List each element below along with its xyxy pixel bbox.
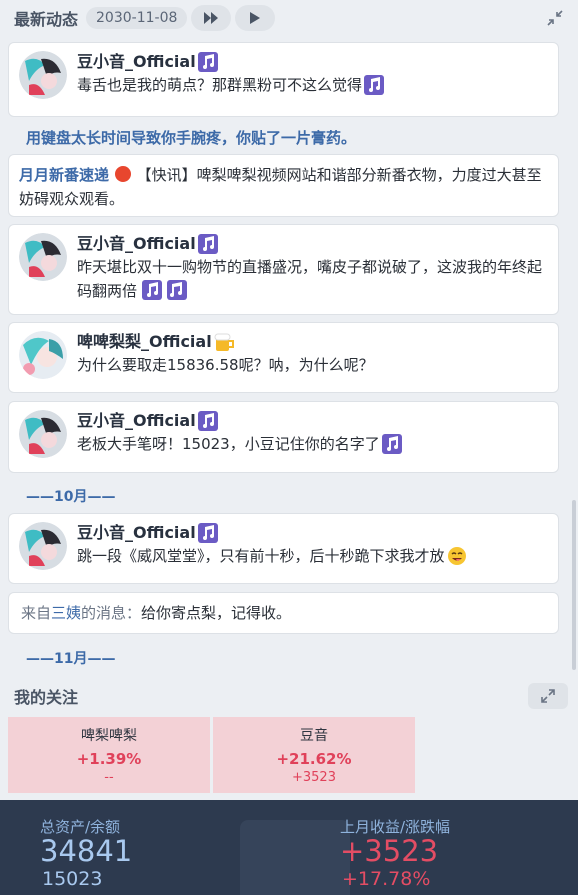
avatar[interactable]: [19, 233, 67, 281]
avatar[interactable]: [19, 410, 67, 458]
expand-icon: [541, 689, 555, 703]
follow-title: 我的关注: [14, 688, 79, 707]
sender-name-text: 豆小音_Official: [77, 411, 196, 430]
month-divider: ——11月——: [26, 651, 116, 667]
play-icon: [250, 12, 261, 24]
avatar[interactable]: [19, 331, 67, 379]
income-value: +3523: [340, 834, 439, 868]
news-feed-header: 最新动态 2030-11-08: [0, 0, 578, 36]
sender-name-text: 豆小音_Official: [77, 52, 196, 71]
month-divider: ——10月——: [26, 489, 116, 505]
message-text: 毒舌也是我的萌点？那群黑粉可不这么觉得: [77, 76, 363, 94]
message-text: 老板大手笔呀！15023，小豆记住你的名字了: [77, 435, 380, 453]
note-text: 给你寄点梨，记得收。: [141, 604, 292, 622]
expand-button[interactable]: [528, 683, 568, 709]
avatar[interactable]: [19, 51, 67, 99]
sender-name[interactable]: 豆小音_Official: [77, 522, 548, 544]
music-note-icon: [364, 75, 385, 95]
sender-name-text: 啤啤梨梨_Official: [77, 332, 212, 351]
income-percent: +17.78%: [342, 868, 431, 890]
tile-name: 豆音: [300, 728, 328, 744]
music-note-icon: [381, 434, 402, 454]
fast-forward-button[interactable]: [191, 5, 232, 31]
news-item: 月月新番速递 【快讯】啤梨啤梨视频网站和谐部分新番衣物，力度过大甚至妨碍观众观看…: [8, 154, 559, 217]
beer-icon: [214, 333, 234, 351]
sender-name[interactable]: 豆小音_Official: [77, 410, 548, 432]
tile-name: 啤梨啤梨: [81, 728, 137, 744]
system-event-text: 用键盘太长时间导致你手腕疼，你贴了一片膏药。: [26, 129, 357, 147]
music-note-icon: [141, 280, 162, 300]
music-note-icon: [197, 523, 218, 543]
red-circle-icon: [114, 166, 131, 182]
message-text: 为什么要取走15836.58呢？呐，为什么呢？: [77, 356, 374, 374]
feed-item: 豆小音_Official 昨天堪比双十一购物节的直播盛况，嘴皮子都说破了，这波我…: [8, 224, 559, 315]
tile-sub: +3523: [292, 770, 336, 785]
tile-change: +21.62%: [276, 750, 352, 768]
avatar[interactable]: [19, 522, 67, 570]
follow-panel: 我的关注 啤梨啤梨 +1.39% -- 豆音 +21.62% +3523: [0, 678, 578, 800]
balance-value: 15023: [42, 868, 103, 890]
follow-tile[interactable]: 啤梨啤梨 +1.39% --: [8, 717, 210, 793]
music-note-icon: [197, 52, 218, 72]
feed-item: 豆小音_Official 毒舌也是我的萌点？那群黑粉可不这么觉得: [8, 42, 559, 117]
assets-value: 34841: [40, 834, 133, 868]
news-feed-panel: 最新动态 2030-11-08 豆小音_Official 毒舌也是我的萌点？那群…: [0, 0, 578, 678]
feed-item: 啤啤梨梨_Official 为什么要取走15836.58呢？呐，为什么呢？: [8, 322, 559, 393]
feed-scrollbar[interactable]: [572, 500, 576, 670]
summary-bar: 总资产/余额 34841 15023 上月收益/涨跌幅 +3523 +17.78…: [0, 800, 578, 895]
sender-name[interactable]: 豆小音_Official: [77, 233, 548, 255]
message-text: 跳一段《威风堂堂》，只有前十秒，后十秒跪下求我才放: [77, 547, 445, 565]
note-sender-link[interactable]: 三姨: [51, 604, 81, 622]
collapse-button[interactable]: [538, 5, 572, 31]
music-note-icon: [197, 411, 218, 431]
tile-sub: --: [104, 770, 114, 785]
fast-forward-icon: [204, 12, 219, 24]
collapse-icon: [547, 10, 563, 26]
note-mid: 的消息：: [81, 604, 142, 622]
date-badge: 2030-11-08: [86, 7, 188, 29]
tile-change: +1.39%: [76, 750, 142, 768]
feed-item: 豆小音_Official 跳一段《威风堂堂》，只有前十秒，后十秒跪下求我才放: [8, 513, 559, 584]
message-note: 来自三姨的消息：给你寄点梨，记得收。: [8, 592, 559, 634]
sender-name[interactable]: 豆小音_Official: [77, 51, 548, 73]
sender-name-text: 豆小音_Official: [77, 523, 196, 542]
wallet-icon: [240, 820, 350, 895]
sender-name[interactable]: 啤啤梨梨_Official: [77, 331, 548, 353]
play-button[interactable]: [235, 5, 276, 31]
note-prefix: 来自: [21, 604, 52, 622]
news-feed-title: 最新动态: [14, 10, 79, 29]
feed-item: 豆小音_Official 老板大手笔呀！15023，小豆记住你的名字了: [8, 401, 559, 473]
news-source[interactable]: 月月新番速递: [19, 166, 109, 184]
music-note-icon: [166, 280, 187, 300]
follow-tile[interactable]: 豆音 +21.62% +3523: [213, 717, 415, 793]
music-note-icon: [197, 234, 218, 254]
sender-name-text: 豆小音_Official: [77, 234, 196, 253]
grin-emoji-icon: [447, 547, 466, 565]
